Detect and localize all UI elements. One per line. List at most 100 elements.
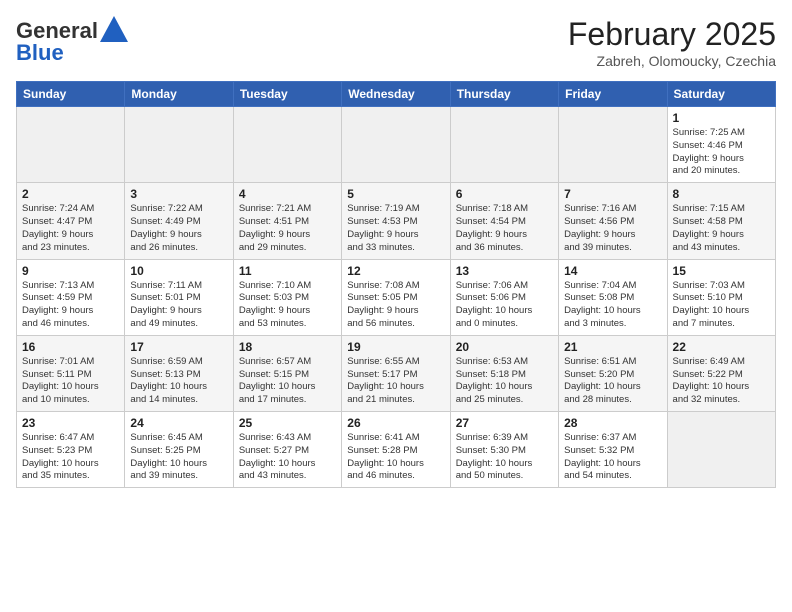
calendar-day-cell: [559, 107, 667, 183]
calendar-day-cell: 4 Sunrise: 7:21 AM Sunset: 4:51 PM Daylig…: [233, 183, 341, 259]
day-number: 8: [673, 187, 770, 201]
day-info-text: Sunrise: 6:53 AM Sunset: 5:18 PM Dayligh…: [456, 356, 553, 407]
day-number: 13: [456, 264, 553, 278]
day-of-week-header: Tuesday: [233, 82, 341, 107]
day-number: 21: [564, 340, 661, 354]
day-of-week-header: Saturday: [667, 82, 775, 107]
calendar-day-cell: 21 Sunrise: 6:51 AM Sunset: 5:20 PM Dayli…: [559, 335, 667, 411]
title-block: February 2025 Zabreh, Olomoucky, Czechia: [568, 16, 776, 69]
calendar-day-cell: 2 Sunrise: 7:24 AM Sunset: 4:47 PM Daylig…: [17, 183, 125, 259]
calendar-day-cell: 18 Sunrise: 6:57 AM Sunset: 5:15 PM Dayli…: [233, 335, 341, 411]
day-info-text: Sunrise: 7:25 AM Sunset: 4:46 PM Dayligh…: [673, 127, 770, 178]
calendar-day-cell: 14 Sunrise: 7:04 AM Sunset: 5:08 PM Dayli…: [559, 259, 667, 335]
day-number: 17: [130, 340, 227, 354]
day-info-text: Sunrise: 6:59 AM Sunset: 5:13 PM Dayligh…: [130, 356, 227, 407]
calendar-day-cell: 1Sunrise: 7:25 AM Sunset: 4:46 PM Daylig…: [667, 107, 775, 183]
calendar-day-cell: [17, 107, 125, 183]
logo-triangle-icon: [100, 16, 128, 42]
calendar-day-cell: 17 Sunrise: 6:59 AM Sunset: 5:13 PM Dayli…: [125, 335, 233, 411]
calendar-day-cell: 7 Sunrise: 7:16 AM Sunset: 4:56 PM Daylig…: [559, 183, 667, 259]
day-number: 24: [130, 416, 227, 430]
day-info-text: Sunrise: 6:37 AM Sunset: 5:32 PM Dayligh…: [564, 432, 661, 483]
day-number: 10: [130, 264, 227, 278]
calendar-day-cell: 12 Sunrise: 7:08 AM Sunset: 5:05 PM Dayli…: [342, 259, 450, 335]
calendar-day-cell: 10 Sunrise: 7:11 AM Sunset: 5:01 PM Dayli…: [125, 259, 233, 335]
day-number: 22: [673, 340, 770, 354]
calendar-day-cell: 3 Sunrise: 7:22 AM Sunset: 4:49 PM Daylig…: [125, 183, 233, 259]
day-number: 19: [347, 340, 444, 354]
calendar-day-cell: 15Sunrise: 7:03 AM Sunset: 5:10 PM Dayli…: [667, 259, 775, 335]
calendar-day-cell: 20 Sunrise: 6:53 AM Sunset: 5:18 PM Dayli…: [450, 335, 558, 411]
day-number: 2: [22, 187, 119, 201]
day-number: 15: [673, 264, 770, 278]
day-info-text: Sunrise: 6:47 AM Sunset: 5:23 PM Dayligh…: [22, 432, 119, 483]
calendar-day-cell: 26 Sunrise: 6:41 AM Sunset: 5:28 PM Dayli…: [342, 412, 450, 488]
location-subtitle: Zabreh, Olomoucky, Czechia: [568, 53, 776, 69]
day-number: 11: [239, 264, 336, 278]
calendar-day-cell: 22 Sunrise: 6:49 AM Sunset: 5:22 PM Dayli…: [667, 335, 775, 411]
day-info-text: Sunrise: 7:24 AM Sunset: 4:47 PM Dayligh…: [22, 203, 119, 254]
calendar-day-cell: 25Sunrise: 6:43 AM Sunset: 5:27 PM Dayli…: [233, 412, 341, 488]
day-number: 28: [564, 416, 661, 430]
day-info-text: Sunrise: 7:16 AM Sunset: 4:56 PM Dayligh…: [564, 203, 661, 254]
day-number: 9: [22, 264, 119, 278]
calendar-table: SundayMondayTuesdayWednesdayThursdayFrid…: [16, 81, 776, 488]
logo-blue: Blue: [16, 40, 64, 66]
calendar-day-cell: 13 Sunrise: 7:06 AM Sunset: 5:06 PM Dayli…: [450, 259, 558, 335]
calendar-week-row: 1Sunrise: 7:25 AM Sunset: 4:46 PM Daylig…: [17, 107, 776, 183]
day-of-week-header: Sunday: [17, 82, 125, 107]
day-info-text: Sunrise: 6:43 AM Sunset: 5:27 PM Dayligh…: [239, 432, 336, 483]
calendar-day-cell: [125, 107, 233, 183]
calendar-day-cell: 28 Sunrise: 6:37 AM Sunset: 5:32 PM Dayli…: [559, 412, 667, 488]
calendar-day-cell: 27Sunrise: 6:39 AM Sunset: 5:30 PM Dayli…: [450, 412, 558, 488]
day-number: 5: [347, 187, 444, 201]
day-info-text: Sunrise: 6:57 AM Sunset: 5:15 PM Dayligh…: [239, 356, 336, 407]
day-info-text: Sunrise: 7:06 AM Sunset: 5:06 PM Dayligh…: [456, 280, 553, 331]
day-number: 4: [239, 187, 336, 201]
calendar-day-cell: 11 Sunrise: 7:10 AM Sunset: 5:03 PM Dayli…: [233, 259, 341, 335]
day-info-text: Sunrise: 6:51 AM Sunset: 5:20 PM Dayligh…: [564, 356, 661, 407]
calendar-day-cell: 16 Sunrise: 7:01 AM Sunset: 5:11 PM Dayli…: [17, 335, 125, 411]
calendar-day-cell: 9 Sunrise: 7:13 AM Sunset: 4:59 PM Daylig…: [17, 259, 125, 335]
day-of-week-header: Thursday: [450, 82, 558, 107]
day-number: 20: [456, 340, 553, 354]
calendar-day-cell: 23 Sunrise: 6:47 AM Sunset: 5:23 PM Dayli…: [17, 412, 125, 488]
month-year-title: February 2025: [568, 16, 776, 53]
day-number: 16: [22, 340, 119, 354]
calendar-day-cell: 24 Sunrise: 6:45 AM Sunset: 5:25 PM Dayli…: [125, 412, 233, 488]
day-number: 18: [239, 340, 336, 354]
day-number: 23: [22, 416, 119, 430]
day-number: 3: [130, 187, 227, 201]
day-number: 26: [347, 416, 444, 430]
calendar-day-cell: [667, 412, 775, 488]
day-info-text: Sunrise: 7:18 AM Sunset: 4:54 PM Dayligh…: [456, 203, 553, 254]
day-number: 14: [564, 264, 661, 278]
day-info-text: Sunrise: 7:15 AM Sunset: 4:58 PM Dayligh…: [673, 203, 770, 254]
day-number: 12: [347, 264, 444, 278]
calendar-week-row: 9 Sunrise: 7:13 AM Sunset: 4:59 PM Daylig…: [17, 259, 776, 335]
day-info-text: Sunrise: 7:11 AM Sunset: 5:01 PM Dayligh…: [130, 280, 227, 331]
day-of-week-header: Monday: [125, 82, 233, 107]
day-info-text: Sunrise: 7:19 AM Sunset: 4:53 PM Dayligh…: [347, 203, 444, 254]
day-info-text: Sunrise: 7:08 AM Sunset: 5:05 PM Dayligh…: [347, 280, 444, 331]
calendar-day-cell: 6Sunrise: 7:18 AM Sunset: 4:54 PM Daylig…: [450, 183, 558, 259]
day-number: 27: [456, 416, 553, 430]
day-info-text: Sunrise: 6:55 AM Sunset: 5:17 PM Dayligh…: [347, 356, 444, 407]
calendar-day-cell: 19 Sunrise: 6:55 AM Sunset: 5:17 PM Dayli…: [342, 335, 450, 411]
calendar-day-cell: 5 Sunrise: 7:19 AM Sunset: 4:53 PM Daylig…: [342, 183, 450, 259]
calendar-day-cell: 8 Sunrise: 7:15 AM Sunset: 4:58 PM Daylig…: [667, 183, 775, 259]
day-info-text: Sunrise: 6:45 AM Sunset: 5:25 PM Dayligh…: [130, 432, 227, 483]
calendar-week-row: 16 Sunrise: 7:01 AM Sunset: 5:11 PM Dayli…: [17, 335, 776, 411]
day-info-text: Sunrise: 7:10 AM Sunset: 5:03 PM Dayligh…: [239, 280, 336, 331]
day-info-text: Sunrise: 7:21 AM Sunset: 4:51 PM Dayligh…: [239, 203, 336, 254]
day-info-text: Sunrise: 6:49 AM Sunset: 5:22 PM Dayligh…: [673, 356, 770, 407]
day-info-text: Sunrise: 7:22 AM Sunset: 4:49 PM Dayligh…: [130, 203, 227, 254]
day-info-text: Sunrise: 7:04 AM Sunset: 5:08 PM Dayligh…: [564, 280, 661, 331]
calendar-week-row: 2 Sunrise: 7:24 AM Sunset: 4:47 PM Daylig…: [17, 183, 776, 259]
day-info-text: Sunrise: 7:01 AM Sunset: 5:11 PM Dayligh…: [22, 356, 119, 407]
calendar-week-row: 23 Sunrise: 6:47 AM Sunset: 5:23 PM Dayli…: [17, 412, 776, 488]
day-info-text: Sunrise: 7:13 AM Sunset: 4:59 PM Dayligh…: [22, 280, 119, 331]
day-info-text: Sunrise: 6:41 AM Sunset: 5:28 PM Dayligh…: [347, 432, 444, 483]
calendar-day-cell: [450, 107, 558, 183]
day-number: 7: [564, 187, 661, 201]
